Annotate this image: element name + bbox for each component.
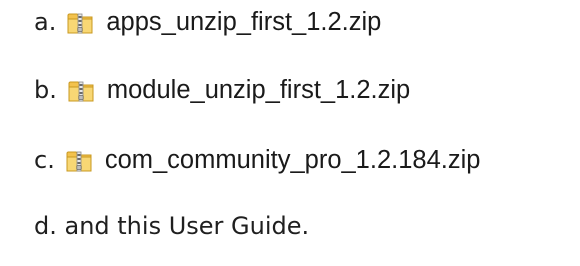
zip-file-community[interactable]: com_community_pro_1.2.184.zip: [65, 140, 481, 180]
list-item-user-guide: d. and this User Guide.: [34, 206, 309, 246]
list-item: a. apps_unzip_first_1.2.zip: [34, 2, 381, 42]
list-item: c. com_community_pro_1.2.184.zip: [34, 140, 480, 180]
zip-folder-icon: [67, 76, 95, 104]
list-item: b. module_unzip_first_1.2.zip: [34, 70, 410, 110]
file-name: module_unzip_first_1.2.zip: [106, 76, 411, 104]
file-name: apps_unzip_first_1.2.zip: [106, 8, 382, 36]
user-guide-text: d. and this User Guide.: [34, 212, 310, 240]
list-marker: a.: [34, 8, 57, 36]
list-marker: c.: [34, 146, 55, 174]
zip-folder-icon: [66, 8, 94, 36]
list-marker: b.: [34, 76, 57, 104]
zip-file-module[interactable]: module_unzip_first_1.2.zip: [67, 70, 410, 110]
zip-folder-icon: [65, 146, 93, 174]
zip-file-apps[interactable]: apps_unzip_first_1.2.zip: [66, 2, 381, 42]
file-list: a. apps_unzip_first_1.2.zip b. module_un…: [0, 0, 580, 266]
file-name: com_community_pro_1.2.184.zip: [104, 146, 481, 174]
